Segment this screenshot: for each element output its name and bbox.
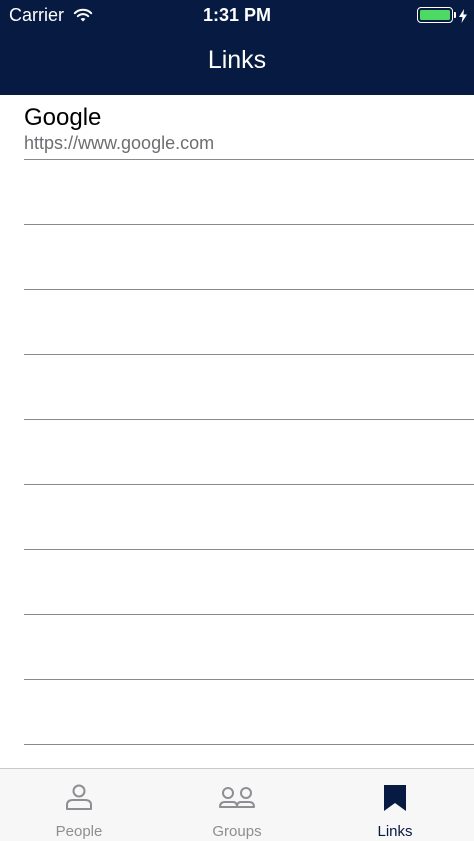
person-icon: [0, 783, 158, 813]
tab-bar: People Groups Links: [0, 768, 474, 841]
tab-groups[interactable]: Groups: [158, 769, 316, 841]
tab-people[interactable]: People: [0, 769, 158, 841]
status-bar: Carrier 1:31 PM: [0, 0, 474, 32]
status-time: 1:31 PM: [202, 5, 272, 25]
tab-label: Links: [377, 823, 413, 840]
empty-row: [24, 290, 474, 355]
link-url: https://www.google.com: [24, 133, 215, 153]
page-title: Links: [207, 46, 267, 74]
bookmark-icon: [316, 783, 474, 813]
empty-row: [24, 485, 474, 550]
group-icon: [158, 783, 316, 813]
empty-row: [24, 420, 474, 485]
tab-links[interactable]: Links: [316, 769, 474, 841]
empty-row: [24, 160, 474, 225]
tab-label: People: [55, 823, 103, 840]
empty-row: [24, 745, 474, 768]
header: Carrier 1:31 PM Links: [0, 0, 474, 95]
link-row[interactable]: Google https://www.google.com: [24, 95, 474, 160]
tab-label: Groups: [212, 823, 262, 840]
battery-tip: [454, 12, 456, 18]
battery-icon: [417, 7, 453, 23]
link-title: Google: [24, 104, 102, 131]
empty-row: [24, 615, 474, 680]
empty-row: [24, 225, 474, 290]
empty-row: [24, 355, 474, 420]
links-list: Google https://www.google.com: [0, 95, 474, 768]
charging-bolt-icon: [459, 7, 467, 28]
empty-row: [24, 550, 474, 615]
empty-row: [24, 680, 474, 745]
